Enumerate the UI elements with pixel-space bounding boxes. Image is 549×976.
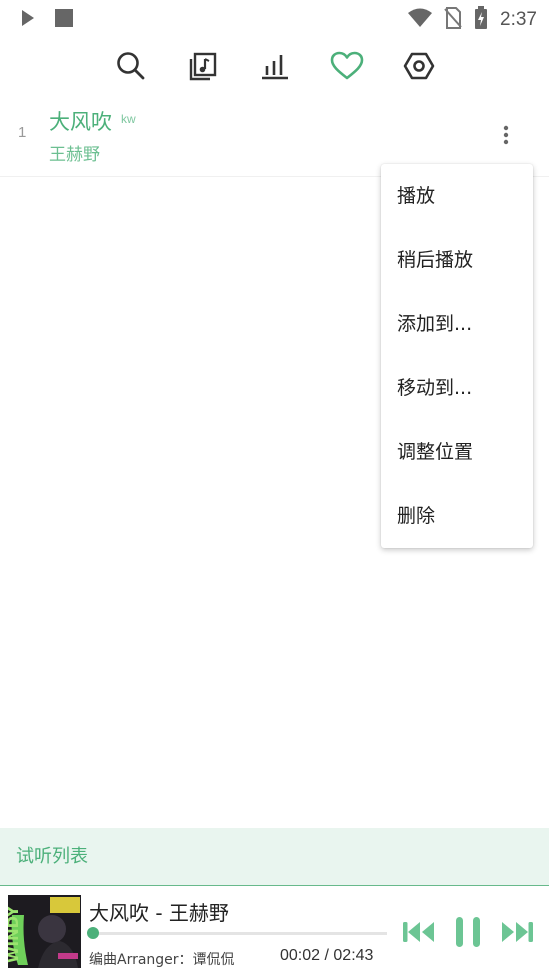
cover-art-text: WINDY — [8, 905, 22, 963]
more-options-icon[interactable] — [496, 122, 516, 148]
menu-item-play[interactable]: 播放 — [381, 164, 533, 228]
progress-track[interactable] — [89, 932, 387, 935]
time-separator: / — [320, 947, 334, 964]
heart-icon[interactable] — [330, 49, 364, 83]
next-track-icon[interactable] — [500, 915, 534, 949]
progress-handle[interactable] — [86, 927, 99, 939]
menu-item-add-to[interactable]: 添加到... — [381, 292, 533, 356]
menu-item-delete[interactable]: 删除 — [381, 484, 533, 548]
song-source-badge: kw — [121, 112, 136, 126]
status-time: 2:37 — [500, 9, 537, 30]
song-artist: 王赫野 — [49, 145, 100, 165]
menu-item-play-later[interactable]: 稍后播放 — [381, 228, 533, 292]
search-icon[interactable] — [114, 49, 148, 83]
time-readout: 00:02 / 02:43 — [280, 947, 373, 965]
album-cover[interactable]: WINDY — [8, 895, 81, 968]
song-title: 大风吹 — [49, 110, 112, 134]
current-time: 00:02 — [280, 947, 321, 964]
playlist-label[interactable]: 试听列表 — [0, 828, 549, 886]
top-toolbar — [0, 40, 549, 92]
menu-item-adjust-position[interactable]: 调整位置 — [381, 420, 533, 484]
status-bar: 2:37 — [0, 0, 549, 38]
play-notification-icon — [20, 9, 36, 31]
total-time: 02:43 — [333, 947, 374, 964]
battery-charging-icon — [474, 6, 488, 34]
chart-bars-icon[interactable] — [258, 49, 292, 83]
previous-track-icon[interactable] — [402, 915, 436, 949]
pause-icon[interactable] — [451, 915, 485, 949]
lyric-line: 编曲Arranger：谭侃侃 — [89, 952, 235, 968]
context-menu: 播放 稍后播放 添加到... 移动到... 调整位置 删除 — [381, 164, 533, 548]
wifi-icon — [408, 8, 433, 32]
mini-player: WINDY 大风吹 - 王赫野 编曲Arranger：谭侃侃 00:02 / 0… — [0, 887, 549, 976]
menu-item-move-to[interactable]: 移动到... — [381, 356, 533, 420]
stop-notification-icon — [54, 8, 74, 32]
no-sim-icon — [444, 7, 462, 33]
music-library-icon[interactable] — [186, 49, 220, 83]
now-playing-title: 大风吹 - 王赫野 — [89, 901, 229, 925]
settings-hexagon-icon[interactable] — [402, 49, 436, 83]
song-index: 1 — [18, 124, 27, 141]
